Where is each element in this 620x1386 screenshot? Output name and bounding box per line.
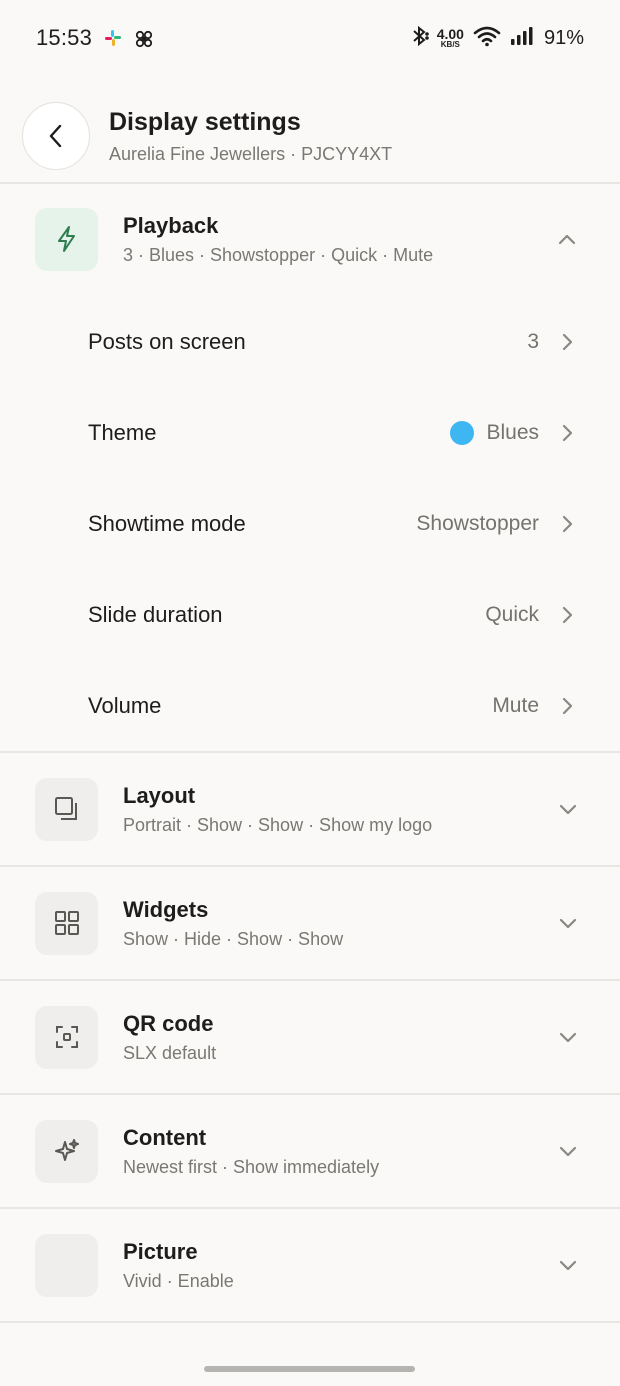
bluetooth-icon (411, 25, 429, 52)
status-left: 15:53 (36, 25, 153, 51)
divider (0, 1093, 620, 1095)
chevron-up-icon (557, 229, 577, 249)
playback-icon-tile (35, 207, 98, 271)
row-label: Volume (88, 692, 162, 718)
chevron-right-icon (560, 605, 574, 625)
divider (0, 1321, 620, 1323)
section-content[interactable]: Content Newest first · Show immediately (0, 1118, 620, 1184)
lightning-bolt-icon (57, 226, 75, 252)
chevron-right-icon (560, 332, 574, 352)
status-bar: 15:53 4.00 KB/S 91% (0, 0, 620, 76)
layout-icon (54, 797, 77, 820)
section-picture[interactable]: Picture Vivid · Enable (0, 1232, 620, 1298)
theme-color-swatch (450, 420, 475, 445)
row-label: Showtime mode (88, 510, 246, 536)
row-value: Mute (492, 694, 539, 718)
setting-row-volume[interactable]: Volume Mute (0, 660, 620, 751)
divider (0, 865, 620, 867)
row-value-text: Quick (485, 602, 539, 626)
status-right: 4.00 KB/S 91% (411, 25, 584, 52)
sparkle-icon (54, 1139, 79, 1161)
picture-icon (35, 1233, 98, 1297)
row-value: Showstopper (416, 512, 539, 536)
section-qr-code[interactable]: QR code SLX default (0, 1004, 620, 1070)
section-qr-text: QR code SLX default (123, 1011, 216, 1064)
page-title: Display settings (109, 107, 301, 136)
network-speed-value: 4.00 (436, 26, 464, 42)
section-title: Content (123, 1124, 207, 1150)
section-summary: Vivid · Enable (123, 1270, 234, 1291)
row-value: Quick (485, 603, 539, 627)
row-value-text: Mute (492, 693, 539, 717)
section-summary: SLX default (123, 1042, 217, 1063)
chevron-right-icon (560, 423, 574, 443)
qr-scan-icon (55, 1026, 78, 1048)
setting-row-theme[interactable]: Theme Blues (0, 387, 620, 478)
chevron-down-icon (558, 1141, 578, 1161)
app-header: Display settings Aurelia Fine Jewellers … (0, 90, 620, 182)
slack-icon (104, 29, 122, 47)
row-value-text: 3 (527, 329, 539, 353)
cellular-signal-icon (510, 26, 534, 51)
row-label: Posts on screen (88, 328, 246, 354)
section-summary: 3 · Blues · Showstopper · Quick · Mute (123, 244, 434, 265)
section-title: Widgets (123, 896, 209, 922)
header-text: Display settings Aurelia Fine Jewellers … (109, 108, 392, 165)
battery-level: 91% (543, 26, 584, 49)
chevron-right-icon (560, 514, 574, 534)
layout-icon-tile (35, 777, 98, 841)
divider (0, 751, 620, 753)
network-speed-unit: KB/S (440, 40, 460, 49)
home-indicator[interactable] (204, 1366, 415, 1372)
widgets-icon-tile (35, 891, 98, 955)
section-summary: Newest first · Show immediately (123, 1156, 380, 1177)
section-playback[interactable]: Playback 3 · Blues · Showstopper · Quick… (0, 206, 620, 272)
content-icon-tile (35, 1119, 98, 1183)
chevron-right-icon (560, 696, 574, 716)
network-speed: 4.00 KB/S (437, 27, 464, 49)
back-button[interactable] (22, 102, 90, 170)
app-notification-icon (134, 29, 153, 48)
row-value-text: Showstopper (416, 511, 539, 535)
section-playback-text: Playback 3 · Blues · Showstopper · Quick… (123, 213, 433, 266)
section-content-text: Content Newest first · Show immediately (123, 1125, 379, 1178)
setting-row-showtime-mode[interactable]: Showtime mode Showstopper (0, 478, 620, 569)
row-value: Blues (450, 420, 539, 445)
row-label: Slide duration (88, 601, 223, 627)
section-title: QR code (123, 1010, 214, 1036)
section-title: Picture (123, 1238, 198, 1264)
divider (0, 1207, 620, 1209)
page-subtitle: Aurelia Fine Jewellers · PJCYY4XT (109, 143, 393, 164)
row-value: 3 (527, 330, 539, 354)
section-widgets-text: Widgets Show · Hide · Show · Show (123, 897, 343, 950)
divider (0, 182, 620, 184)
chevron-down-icon (558, 1027, 578, 1047)
setting-row-slide-duration[interactable]: Slide duration Quick (0, 569, 620, 660)
section-title: Layout (123, 782, 196, 808)
chevron-down-icon (558, 1255, 578, 1275)
widgets-grid-icon (54, 911, 79, 935)
chevron-down-icon (558, 913, 578, 933)
section-widgets[interactable]: Widgets Show · Hide · Show · Show (0, 890, 620, 956)
section-summary: Portrait · Show · Show · Show my logo (123, 814, 433, 835)
setting-row-posts-on-screen[interactable]: Posts on screen 3 (0, 296, 620, 387)
status-time: 15:53 (36, 25, 93, 50)
section-picture-text: Picture Vivid · Enable (123, 1239, 234, 1292)
chevron-down-icon (558, 799, 578, 819)
chevron-left-icon (49, 124, 62, 148)
row-label: Theme (88, 419, 157, 445)
row-value-text: Blues (486, 420, 539, 444)
section-layout[interactable]: Layout Portrait · Show · Show · Show my … (0, 776, 620, 842)
divider (0, 979, 620, 981)
section-summary: Show · Hide · Show · Show (123, 928, 344, 949)
section-title: Playback (123, 212, 219, 238)
qr-icon-tile (35, 1005, 98, 1069)
section-layout-text: Layout Portrait · Show · Show · Show my … (123, 783, 432, 836)
wifi-icon (472, 25, 502, 52)
